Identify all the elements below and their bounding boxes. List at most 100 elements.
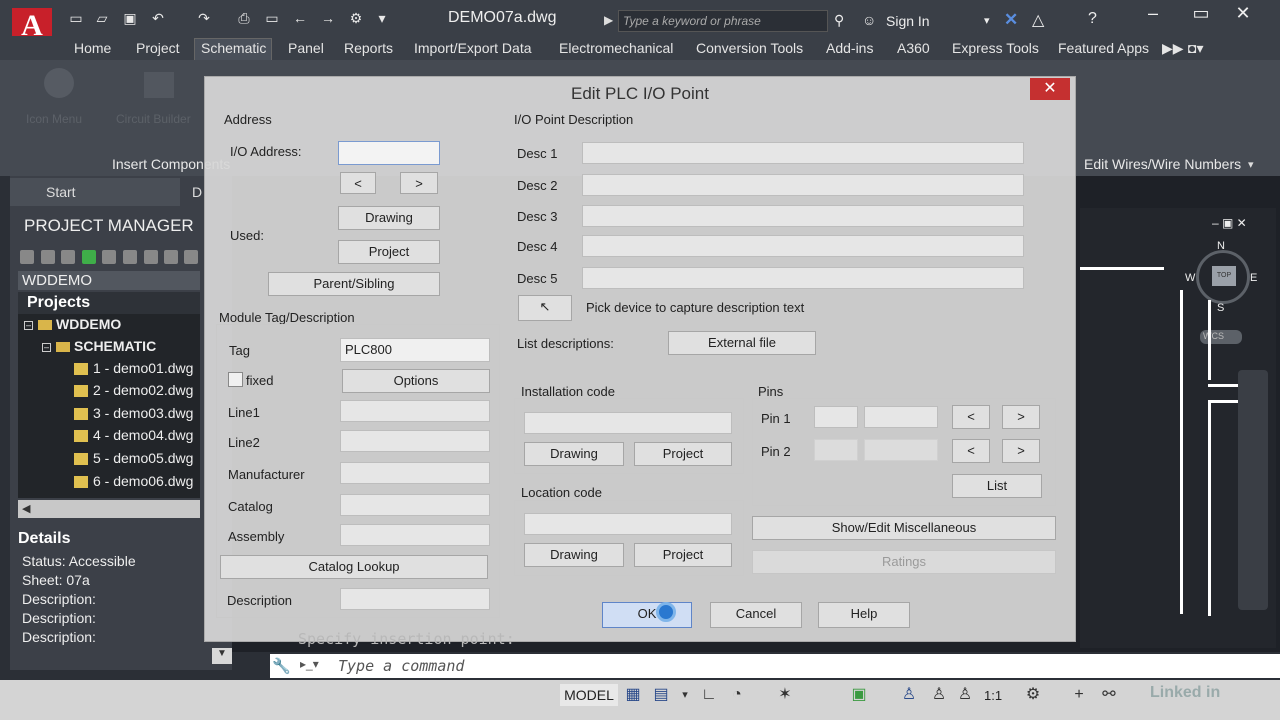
tab-panel[interactable]: Panel: [288, 40, 324, 56]
ortho-icon[interactable]: ∟: [700, 686, 718, 704]
tab-express-tools[interactable]: Express Tools: [952, 40, 1039, 56]
circuit-builder-label[interactable]: Circuit Builder: [116, 112, 191, 126]
tree-horizontal-scrollbar[interactable]: ◀: [18, 500, 200, 518]
tree-drawing-item[interactable]: 2 - demo02.dwg: [74, 382, 193, 398]
address-prev-button[interactable]: <: [340, 172, 376, 194]
manufacturer-input[interactable]: [340, 462, 490, 484]
installation-project-button[interactable]: Project: [634, 442, 732, 466]
expand-search-icon[interactable]: ▶: [604, 13, 613, 27]
sign-in-link[interactable]: Sign In: [886, 13, 930, 29]
close-window-icon[interactable]: ✕: [1228, 4, 1258, 24]
desc4-input[interactable]: [582, 235, 1024, 257]
collapse-icon[interactable]: –: [24, 320, 33, 330]
tree-drawing-item[interactable]: 5 - demo05.dwg: [74, 450, 193, 466]
publish-icon[interactable]: [144, 250, 158, 264]
show-edit-misc-button[interactable]: Show/Edit Miscellaneous: [752, 516, 1056, 540]
line1-input[interactable]: [340, 400, 490, 422]
command-prompt-icon[interactable]: ▸_▾: [300, 657, 330, 675]
tree-drawing-item[interactable]: 3 - demo03.dwg: [74, 405, 193, 421]
pin2-input-a[interactable]: [814, 439, 858, 461]
dialog-close-button[interactable]: ✕: [1030, 78, 1070, 100]
plot-project-icon[interactable]: [164, 250, 178, 264]
used-project-button[interactable]: Project: [338, 240, 440, 264]
tab-schematic[interactable]: Schematic: [201, 40, 266, 56]
project-properties-icon[interactable]: [102, 250, 116, 264]
project-selector[interactable]: WDDEMO: [18, 271, 200, 290]
help-icon[interactable]: ?: [1088, 10, 1097, 28]
new-project-icon[interactable]: [41, 250, 55, 264]
isodraft-icon[interactable]: ✶: [776, 686, 794, 704]
ok-button[interactable]: OK: [602, 602, 692, 628]
external-file-button[interactable]: External file: [668, 331, 816, 355]
tab-home[interactable]: Home: [74, 40, 111, 56]
assembly-input[interactable]: [340, 524, 490, 546]
description-input[interactable]: [340, 588, 490, 610]
desc2-input[interactable]: [582, 174, 1024, 196]
options-button[interactable]: Options: [342, 369, 490, 393]
pin1-input-b[interactable]: [864, 406, 938, 428]
stay-connected-icon[interactable]: △: [1032, 10, 1044, 30]
tab-electromechanical[interactable]: Electromechanical: [559, 40, 673, 56]
tab-start[interactable]: Start: [10, 178, 180, 206]
catalog-lookup-button[interactable]: Catalog Lookup: [220, 555, 488, 579]
edit-wires-panel-label[interactable]: Edit Wires/Wire Numbers: [1084, 156, 1241, 172]
address-next-button[interactable]: >: [400, 172, 438, 194]
wcs-menu[interactable]: WCS: [1200, 330, 1242, 344]
used-drawing-button[interactable]: Drawing: [338, 206, 440, 230]
more-tabs-icon[interactable]: ▶▶: [1162, 40, 1184, 57]
undo-icon[interactable]: ↶: [150, 10, 166, 26]
tree-root[interactable]: – WDDEMO: [24, 316, 121, 332]
edit-wires-dropdown-icon[interactable]: ▾: [1248, 158, 1254, 171]
tab-import-export[interactable]: Import/Export Data: [414, 40, 532, 56]
tree-drawing-item[interactable]: 1 - demo01.dwg: [74, 360, 193, 376]
installation-drawing-button[interactable]: Drawing: [524, 442, 624, 466]
tab-conversion-tools[interactable]: Conversion Tools: [696, 40, 803, 56]
help-button[interactable]: Help: [818, 602, 910, 628]
location-project-button[interactable]: Project: [634, 543, 732, 567]
isolate-objects-icon[interactable]: ⚯: [1100, 686, 1118, 704]
fixed-checkbox[interactable]: [228, 372, 243, 387]
desc1-input[interactable]: [582, 142, 1024, 164]
back-arrow-icon[interactable]: ←: [292, 10, 308, 26]
binoculars-icon[interactable]: ⚲: [834, 12, 844, 29]
object-snap-icon[interactable]: ▣: [850, 686, 868, 704]
tree-drawing-item[interactable]: 6 - demo06.dwg: [74, 473, 193, 489]
signin-dropdown-icon[interactable]: ▾: [984, 14, 990, 27]
auto-scale-icon[interactable]: ♙: [930, 686, 948, 704]
grid-icon[interactable]: ▦: [624, 686, 642, 704]
drawing-list-icon[interactable]: [123, 250, 137, 264]
plus-icon[interactable]: +: [1070, 686, 1088, 704]
desc3-input[interactable]: [582, 205, 1024, 227]
catalog-input[interactable]: [340, 494, 490, 516]
save-icon[interactable]: ▣: [122, 10, 138, 26]
io-address-input[interactable]: [338, 141, 440, 165]
tab-a360[interactable]: A360: [897, 40, 930, 56]
location-code-input[interactable]: [524, 513, 732, 535]
pin2-prev-button[interactable]: <: [952, 439, 990, 463]
exchange-apps-icon[interactable]: ✕: [1004, 10, 1018, 30]
ratings-button[interactable]: Ratings: [752, 550, 1056, 574]
annotation-scale-value[interactable]: 1:1: [984, 688, 1002, 703]
restore-icon[interactable]: ▭: [1186, 4, 1216, 24]
circuit-builder-icon[interactable]: [144, 72, 174, 98]
minimize-icon[interactable]: –: [1138, 4, 1168, 24]
details-collapse-icon[interactable]: ▼: [212, 648, 232, 664]
annotation-scale-icon[interactable]: ♙: [956, 686, 974, 704]
project-task-list-icon[interactable]: [184, 250, 198, 264]
tab-project[interactable]: Project: [136, 40, 180, 56]
cancel-button[interactable]: Cancel: [710, 602, 802, 628]
pins-list-button[interactable]: List: [952, 474, 1042, 498]
redo-icon[interactable]: ↷: [196, 10, 212, 26]
desc5-input[interactable]: [582, 267, 1024, 289]
collapse-icon[interactable]: –: [42, 342, 51, 352]
help-search-input[interactable]: Type a keyword or phrase: [618, 10, 828, 32]
pin1-next-button[interactable]: >: [1002, 405, 1040, 429]
polar-icon[interactable]: ◔: [728, 686, 746, 704]
tag-input[interactable]: PLC800: [340, 338, 490, 362]
ribbon-toggle-icon[interactable]: ◘▾: [1188, 40, 1203, 57]
qat-dropdown-icon[interactable]: ▾: [374, 10, 390, 26]
open-icon[interactable]: ▱: [94, 10, 110, 26]
viewcube-top[interactable]: TOP: [1212, 266, 1236, 286]
workspace-icon[interactable]: ⚙: [348, 10, 364, 26]
pin2-input-b[interactable]: [864, 439, 938, 461]
